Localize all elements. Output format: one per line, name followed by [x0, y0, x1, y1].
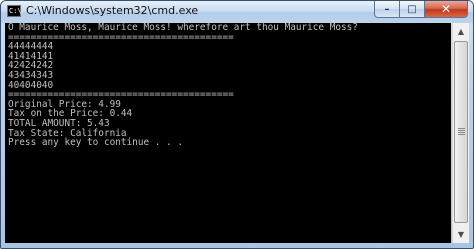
title-bar[interactable]: C:\ C:\Windows\system32\cmd.exe – □ ✕ [1, 1, 473, 23]
close-button[interactable]: ✕ [425, 1, 468, 18]
console-line: 42424242 [8, 60, 54, 72]
arrow-up-icon: ▲ [457, 27, 465, 36]
vertical-scrollbar[interactable]: ▲ ▼ [452, 23, 469, 243]
maximize-button[interactable]: □ [400, 1, 425, 18]
cmd-window: C:\ C:\Windows\system32\cmd.exe – □ ✕ O … [0, 0, 474, 249]
console-line: ======================================== [8, 31, 234, 43]
scrollbar-thumb[interactable] [454, 41, 468, 223]
console-output-area[interactable]: O Maurice Moss, Maurice Moss! wherefore … [5, 23, 451, 243]
window-controls: – □ ✕ [374, 1, 468, 18]
scroll-down-button[interactable]: ▼ [453, 226, 469, 243]
window-bottom-border [1, 243, 473, 248]
grip-icon [458, 128, 465, 136]
minimize-button[interactable]: – [374, 1, 400, 18]
console-line: 44444444 [8, 41, 54, 53]
close-icon: ✕ [440, 2, 452, 16]
console-line: 41414141 [8, 50, 54, 62]
window-title: C:\Windows\system32\cmd.exe [26, 4, 199, 17]
scroll-up-button[interactable]: ▲ [453, 23, 469, 40]
console-line: Press any key to continue . . . [8, 137, 183, 149]
minimize-icon: – [384, 3, 390, 15]
console-lines: O Maurice Moss, Maurice Moss! wherefore … [8, 23, 358, 148]
console-line: 43434343 [8, 69, 54, 81]
command-prompt-icon-label: C:\ [9, 7, 22, 15]
arrow-down-icon: ▼ [457, 230, 465, 239]
maximize-icon: □ [407, 3, 417, 15]
command-prompt-icon[interactable]: C:\ [7, 5, 22, 17]
